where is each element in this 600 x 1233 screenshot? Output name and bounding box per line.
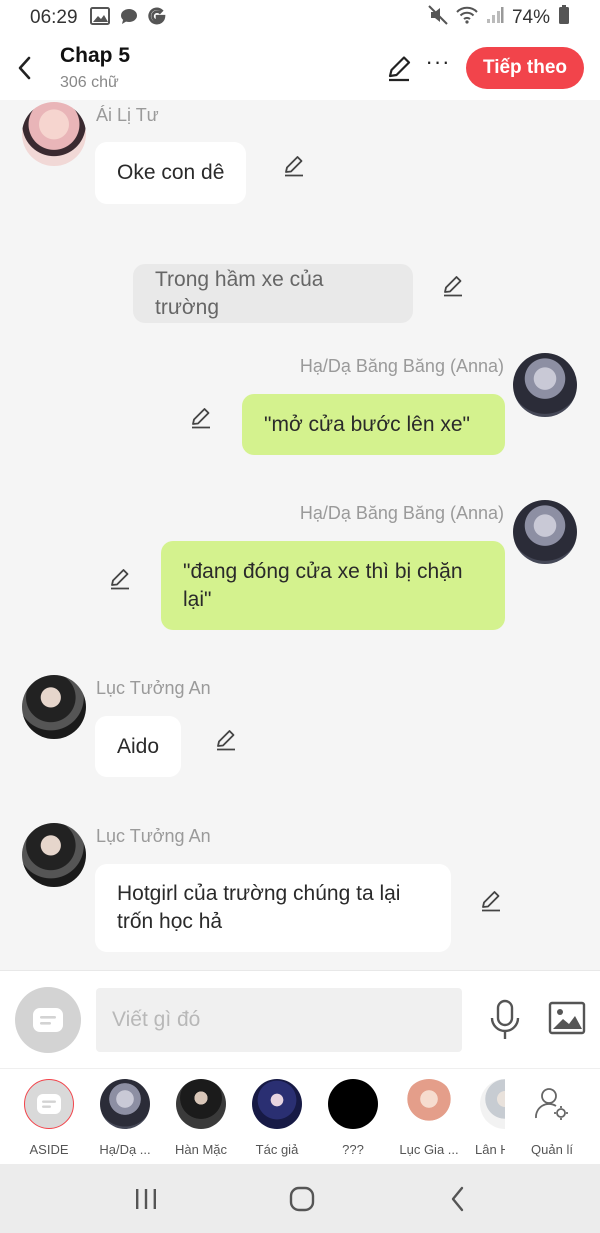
character-han-mac[interactable]: Hàn Mặc [161,1079,241,1157]
avatar-luc-tuong-an[interactable] [22,823,86,887]
character-manage[interactable]: Quản lí [512,1079,592,1157]
status-bar: 06:29 74% [0,0,600,36]
edit-message-pencil-icon[interactable] [214,727,238,751]
mute-icon [428,5,448,31]
edit-chapter-button[interactable] [385,54,413,82]
wifi-icon [456,6,478,30]
edit-message-pencil-icon[interactable] [441,273,465,297]
avatar [480,1079,505,1129]
aside-icon [24,1079,74,1129]
user-settings-icon [527,1079,577,1129]
narration-bubble[interactable]: Trong hầm xe của trường [133,264,413,323]
google-icon [147,7,166,30]
chat-bubble-icon [120,8,138,29]
message-input[interactable] [96,988,462,1052]
message-bubble[interactable]: Oke con dê [95,142,247,204]
microphone-icon [490,999,520,1039]
avatar-ha-da-bang-bang[interactable] [513,353,577,417]
edit-message-pencil-icon[interactable] [282,153,306,177]
avatar [100,1079,150,1129]
character-label: Lân H [475,1142,505,1157]
back-icon [451,1186,464,1212]
status-right: 74% [428,5,570,31]
sender-name: Lục Tưởng An [96,826,211,846]
avatar-luc-tuong-an[interactable] [22,675,86,739]
avatar-ha-da-bang-bang[interactable] [513,500,577,564]
edit-message-pencil-icon[interactable] [189,405,213,429]
edit-message-pencil-icon[interactable] [479,888,503,912]
system-nav-bar [0,1164,600,1233]
signal-icon [486,6,504,30]
composer-bar [0,970,600,1068]
character-tac-gia[interactable]: Tác giả [237,1079,317,1157]
chevron-left-icon [18,56,31,80]
character-label: ASIDE [29,1142,69,1157]
sender-name: Lục Tưởng An [96,678,211,698]
image-icon [89,6,110,30]
edit-message-pencil-icon[interactable] [108,566,132,590]
aside-toggle-button[interactable] [15,987,81,1053]
sender-name: Hạ/Dạ Băng Băng (Anna) [299,356,504,376]
avatar [176,1079,226,1129]
message-bubble[interactable]: "mở cửa bước lên xe" [242,394,505,455]
avatar-ai-li-tu[interactable] [22,102,86,166]
character-label: Hạ/Dạ ... [99,1142,151,1157]
character-label: Lục Gia ... [399,1142,459,1157]
word-count: 306 chữ [60,74,119,91]
message-bubble[interactable]: Aido [95,716,182,777]
message-bubble[interactable]: "đang đóng cửa xe thì bị chặn lại" [161,541,505,630]
avatar [404,1079,454,1129]
aside-icon [33,1008,63,1032]
back-button[interactable] [10,50,38,86]
recent-apps-icon [136,1189,156,1209]
character-label: Hàn Mặc [174,1142,228,1157]
character-ha-da[interactable]: Hạ/Dạ ... [85,1079,165,1157]
avatar [252,1079,302,1129]
pencil-icon [388,56,411,82]
home-icon [289,1186,315,1212]
character-unknown[interactable]: ??? [313,1079,393,1157]
status-left-icons [89,6,166,30]
recent-apps-button[interactable] [126,1184,166,1214]
character-label: Tác giả [255,1142,299,1157]
avatar [328,1079,378,1129]
battery-icon [558,5,570,31]
app-header: Chap 5 306 chữ ··· Tiếp theo [0,36,600,100]
insert-image-button[interactable] [548,1001,586,1035]
microphone-button[interactable] [488,999,522,1041]
status-time: 06:29 [30,7,78,28]
character-luc-gia[interactable]: Lục Gia ... [389,1079,469,1157]
more-menu-button[interactable]: ··· [424,51,452,80]
battery-percent: 74% [511,7,550,28]
character-aside[interactable]: ASIDE [9,1079,89,1157]
chat-list[interactable]: Ái Lị Tư Oke con dê Trong hầm xe của trư… [0,100,600,970]
chapter-title: Chap 5 [60,44,131,67]
character-label: Quản lí [531,1142,573,1157]
character-lan[interactable]: Lân H [465,1079,505,1157]
character-bar: ASIDE Hạ/Dạ ... Hàn Mặc Tác giả ??? Lục … [0,1068,600,1164]
message-bubble[interactable]: Hotgirl của trường chúng ta lại trốn học… [95,864,451,952]
image-icon [548,1001,586,1035]
home-button[interactable] [282,1184,322,1214]
next-chapter-button[interactable]: Tiếp theo [466,47,584,89]
sender-name: Ái Lị Tư [96,105,159,125]
character-label: ??? [342,1142,364,1157]
back-nav-button[interactable] [438,1184,478,1214]
sender-name: Hạ/Dạ Băng Băng (Anna) [299,503,504,523]
